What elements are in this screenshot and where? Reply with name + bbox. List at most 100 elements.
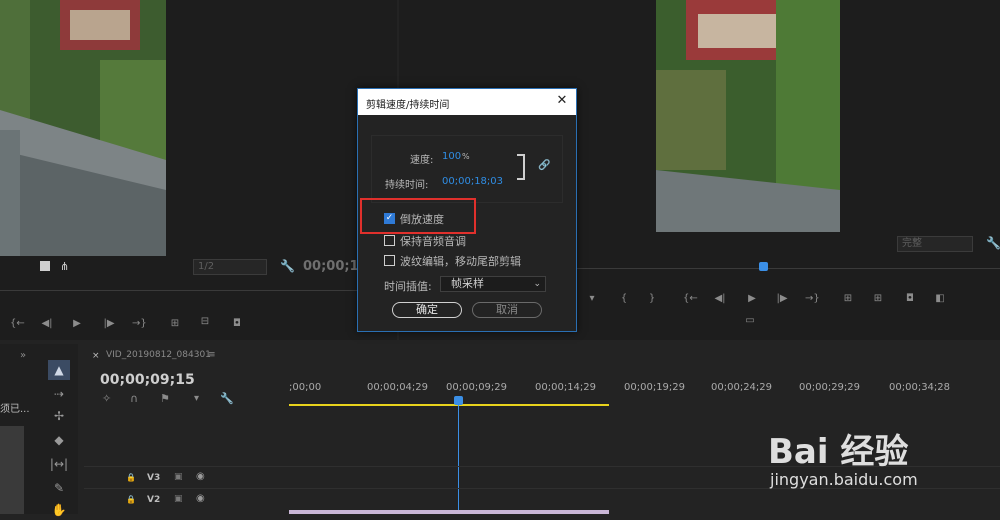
tick-label: 00;00;34;28 bbox=[889, 382, 951, 393]
linked-selection-icon[interactable]: ⚑ bbox=[160, 392, 170, 405]
program-mark-in-icon[interactable]: { bbox=[617, 293, 631, 305]
program-zoom-value: 完整 bbox=[902, 238, 922, 249]
timeline-ruler[interactable]: ;00;00 00;00;04;29 00;00;09;29 00;00;14;… bbox=[289, 380, 1000, 406]
lock-icon[interactable]: 🔒 bbox=[126, 495, 136, 504]
interpolation-label: 时间插值: bbox=[384, 280, 432, 293]
mark-out-icon[interactable]: →} bbox=[132, 318, 147, 330]
program-wrench-icon[interactable]: 🔧 bbox=[986, 236, 1000, 250]
tick-label: 00;00;14;29 bbox=[535, 382, 597, 393]
link-bracket-icon bbox=[517, 154, 525, 180]
program-video-image bbox=[656, 0, 840, 232]
program-playhead[interactable] bbox=[759, 262, 768, 271]
source-zoom-dropdown[interactable]: 1/2 bbox=[193, 259, 267, 275]
duration-value[interactable]: 00;00;18;03 bbox=[442, 176, 503, 187]
source-monitor: ⋔ 1/2 🔧 00;00;18; {← ◀| ▶ |▶ →} ⊞ ⊟ ◘ bbox=[0, 0, 397, 340]
speed-label: 速度: bbox=[410, 155, 434, 166]
tick-label: 00;00;09;29 bbox=[446, 382, 508, 393]
timeline-settings-icon[interactable]: 🔧 bbox=[220, 392, 234, 405]
program-go-in-icon[interactable]: {← bbox=[683, 293, 698, 305]
maintain-pitch-checkbox[interactable] bbox=[384, 235, 395, 246]
insert-icon[interactable]: ⊞ bbox=[168, 318, 182, 330]
timeline-timecode[interactable]: 00;00;09;15 bbox=[100, 372, 195, 388]
sequence-tab[interactable]: VID_20190812_084301 bbox=[106, 350, 211, 360]
tick-label: 00;00;19;29 bbox=[624, 382, 686, 393]
program-marker-icon[interactable]: ▾ bbox=[585, 293, 599, 305]
program-zoom-dropdown[interactable]: 完整 bbox=[897, 236, 973, 252]
program-step-forward-icon[interactable]: |▶ bbox=[775, 293, 789, 305]
speed-value[interactable]: 100 bbox=[442, 151, 461, 162]
overwrite-icon[interactable]: ⊟ bbox=[198, 316, 212, 328]
mark-in-icon[interactable]: {← bbox=[10, 318, 25, 330]
dialog-title: 剪辑速度/持续时间 bbox=[366, 100, 450, 111]
ripple-edit-tool-icon[interactable]: ✢ bbox=[48, 406, 70, 426]
tick-label: ;00;00 bbox=[289, 382, 322, 393]
add-marker-icon[interactable]: ▾ bbox=[194, 393, 199, 404]
chevron-down-icon: ⌄ bbox=[533, 279, 541, 289]
annotation-highlight bbox=[360, 198, 476, 234]
ok-button[interactable]: 确定 bbox=[392, 302, 462, 318]
eye-icon[interactable]: ◉ bbox=[196, 471, 205, 482]
snap-icon[interactable]: ∩ bbox=[130, 392, 138, 405]
tick-label: 00;00;04;29 bbox=[367, 382, 429, 393]
wrench-icon[interactable]: 🔧 bbox=[280, 259, 295, 273]
program-safe-margins-icon[interactable]: ▭ bbox=[743, 315, 757, 327]
project-thumbnail[interactable] bbox=[0, 426, 24, 514]
step-back-icon[interactable]: ◀| bbox=[40, 318, 54, 330]
lock-icon[interactable]: 🔒 bbox=[126, 473, 136, 482]
sync-lock-icon[interactable]: ▣ bbox=[174, 494, 183, 504]
tools-panel: ▲ ⇢ ✢ ◆ |↔| ✎ ✋ bbox=[40, 344, 78, 517]
pen-tool-icon[interactable]: ✎ bbox=[48, 478, 70, 498]
tick-label: 00;00;29;29 bbox=[799, 382, 861, 393]
program-play-icon[interactable]: ▶ bbox=[745, 293, 759, 305]
camera-icon[interactable]: ◘ bbox=[230, 318, 244, 330]
ripple-edit-label[interactable]: 波纹编辑，移动尾部剪辑 bbox=[400, 253, 521, 269]
program-lift-icon[interactable]: ⊞ bbox=[841, 293, 855, 305]
program-mark-out-icon[interactable]: } bbox=[645, 293, 659, 305]
track-name[interactable]: V3 bbox=[147, 473, 160, 483]
duration-label: 持续时间: bbox=[385, 180, 429, 191]
program-go-out-icon[interactable]: →} bbox=[805, 293, 820, 305]
video-clip[interactable] bbox=[289, 510, 609, 514]
slip-tool-icon[interactable]: |↔| bbox=[48, 454, 70, 474]
ripple-edit-checkbox[interactable] bbox=[384, 255, 395, 266]
sync-lock-icon[interactable]: ▣ bbox=[174, 472, 183, 482]
program-compare-icon[interactable]: ◧ bbox=[933, 293, 947, 305]
track-row: 🔒 V2 ▣ ◉ bbox=[84, 488, 1000, 510]
track-name[interactable]: V2 bbox=[147, 495, 160, 505]
speed-unit: % bbox=[462, 152, 470, 161]
program-step-back-icon[interactable]: ◀| bbox=[713, 293, 727, 305]
program-video-frame bbox=[656, 0, 840, 232]
project-partial-text: 须已... bbox=[0, 404, 30, 415]
tick-label: 00;00;24;29 bbox=[711, 382, 773, 393]
source-ruler[interactable] bbox=[0, 290, 397, 291]
speed-duration-group: 速度: 100 % 持续时间: 00;00;18;03 🔗 bbox=[371, 135, 563, 203]
maintain-pitch-label[interactable]: 保持音频音调 bbox=[400, 233, 466, 249]
close-icon[interactable]: ✕ bbox=[554, 93, 570, 109]
export-frame-icon[interactable] bbox=[40, 261, 50, 271]
interpolation-select[interactable]: 帧采样 ⌄ bbox=[440, 276, 546, 292]
sequence-menu-icon[interactable]: ≡ bbox=[208, 350, 216, 360]
link-chain-icon[interactable]: 🔗 bbox=[538, 160, 550, 171]
play-icon[interactable]: ▶ bbox=[70, 318, 84, 330]
eye-icon[interactable]: ◉ bbox=[196, 493, 205, 504]
hand-tool-icon[interactable]: ✋ bbox=[48, 500, 70, 520]
nest-icon[interactable]: ✧ bbox=[102, 392, 111, 405]
program-extract-icon[interactable]: ⊞ bbox=[871, 293, 885, 305]
dialog-titlebar[interactable]: 剪辑速度/持续时间 ✕ bbox=[358, 89, 576, 115]
baidu-watermark-url: jingyan.baidu.com bbox=[770, 470, 918, 489]
close-sequence-icon[interactable]: × bbox=[92, 351, 100, 361]
cancel-button[interactable]: 取消 bbox=[472, 302, 542, 318]
razor-tool-icon[interactable]: ◆ bbox=[48, 430, 70, 450]
project-panel: » 须已... bbox=[0, 344, 40, 514]
selection-tool-icon[interactable]: ▲ bbox=[48, 360, 70, 380]
expand-icon[interactable]: » bbox=[20, 350, 26, 361]
program-camera-icon[interactable]: ◘ bbox=[903, 293, 917, 305]
source-video-frame bbox=[0, 0, 166, 256]
work-area-bar[interactable] bbox=[289, 404, 609, 406]
track-select-tool-icon[interactable]: ⇢ bbox=[48, 384, 70, 404]
baidu-watermark-logo: Bai 经验 bbox=[768, 432, 909, 472]
source-zoom-value: 1/2 bbox=[198, 261, 215, 272]
step-forward-icon[interactable]: |▶ bbox=[102, 318, 116, 330]
source-video-image bbox=[0, 0, 166, 256]
settings-icon[interactable]: ⋔ bbox=[60, 260, 69, 273]
